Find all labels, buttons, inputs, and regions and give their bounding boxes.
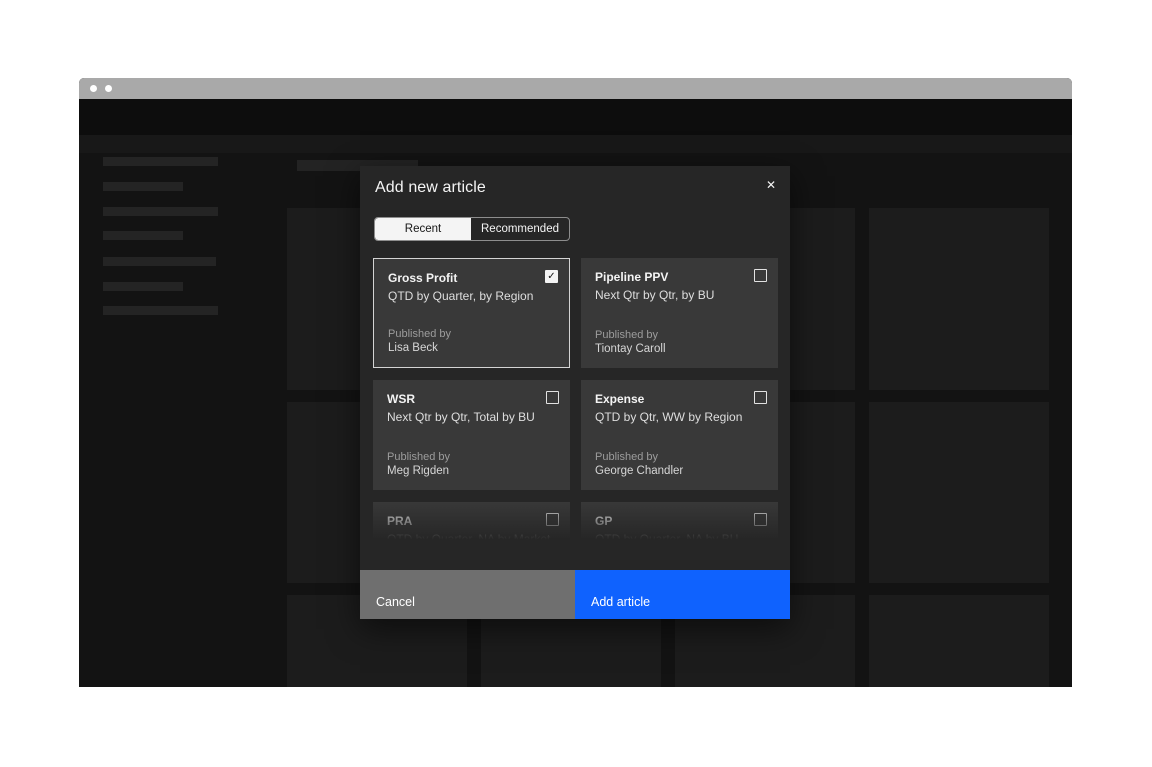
skeleton-line [103,231,183,240]
close-icon[interactable]: ✕ [754,168,788,202]
page: Add new article ✕ Recent Recommended Gro… [0,0,1152,767]
article-card-wsr[interactable]: WSR Next Qtr by Qtr, Total by BU Publish… [373,380,570,490]
card-subtitle: Next Qtr by Qtr, Total by BU [387,410,556,425]
card-publisher: Published by George Chandler [595,450,683,480]
skeleton-line [103,306,218,315]
window-control-dot-icon[interactable] [90,85,97,92]
tab-recent[interactable]: Recent [375,218,471,240]
modal-title: Add new article [375,179,486,197]
card-publisher: Published by Meg Rigden [387,450,450,480]
publisher-name: Meg Rigden [387,464,450,480]
skeleton-line [103,257,216,266]
tab-recommended[interactable]: Recommended [471,218,569,240]
checkbox[interactable] [754,513,767,526]
checkbox[interactable] [546,513,559,526]
card-publisher: Published by Tiontay Caroll [595,328,666,358]
article-card-gp[interactable]: GP QTD by Quarter, NA by BU [581,502,778,545]
card-subtitle: QTD by Qtr, WW by Region [595,410,764,425]
card-subtitle: QTD by Quarter, NA by Market [387,532,556,545]
content-header-band [79,135,1072,153]
card-title: WSR [387,392,556,407]
article-card-pra[interactable]: PRA QTD by Quarter, NA by Market [373,502,570,545]
window-title-bar[interactable] [79,78,1072,99]
skeleton-line [103,182,183,191]
card-subtitle: QTD by Quarter, by Region [388,289,555,304]
skeleton-line [103,157,218,166]
window-control-dot-icon[interactable] [105,85,112,92]
publisher-name: Tiontay Caroll [595,342,666,358]
published-by-label: Published by [388,327,451,342]
content-switcher: Recent Recommended [374,217,570,241]
article-card-gross-profit[interactable]: Gross Profit QTD by Quarter, by Region P… [373,258,570,368]
published-by-label: Published by [595,328,666,343]
checkbox[interactable]: ✓ [545,270,558,283]
checkbox[interactable] [546,391,559,404]
checkbox[interactable] [754,391,767,404]
article-card-expense[interactable]: Expense QTD by Qtr, WW by Region Publish… [581,380,778,490]
card-title: GP [595,514,764,529]
article-card-grid: Gross Profit QTD by Quarter, by Region P… [373,258,778,545]
dashboard-tile [869,595,1049,687]
article-card-pipeline-ppv[interactable]: Pipeline PPV Next Qtr by Qtr, by BU Publ… [581,258,778,368]
skeleton-line [103,207,218,216]
cancel-button[interactable]: Cancel [360,570,575,619]
modal-footer: Cancel Add article [360,570,790,619]
publisher-name: Lisa Beck [388,341,451,357]
published-by-label: Published by [387,450,450,465]
app-header-bar [79,99,1072,135]
add-article-modal: Add new article ✕ Recent Recommended Gro… [360,166,790,619]
dashboard-tile [869,402,1049,583]
card-title: Gross Profit [388,271,555,286]
card-subtitle: QTD by Quarter, NA by BU [595,532,764,545]
published-by-label: Published by [595,450,683,465]
skeleton-line [103,282,183,291]
card-title: PRA [387,514,556,529]
card-publisher: Published by Lisa Beck [388,327,451,357]
card-title: Pipeline PPV [595,270,764,285]
card-title: Expense [595,392,764,407]
checkbox[interactable] [754,269,767,282]
card-subtitle: Next Qtr by Qtr, by BU [595,288,764,303]
publisher-name: George Chandler [595,464,683,480]
dashboard-tile [869,208,1049,390]
add-article-button[interactable]: Add article [575,570,790,619]
